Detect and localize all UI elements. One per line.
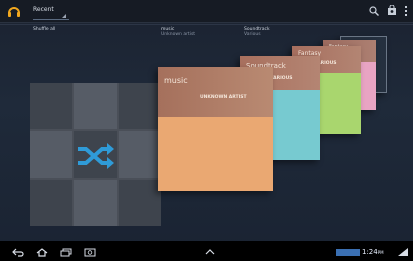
album-card-music[interactable]: music UNKNOWN ARTIST [158, 67, 273, 191]
dropdown-caret-icon[interactable] [62, 14, 66, 18]
view-selector-title[interactable]: Recent [33, 6, 54, 13]
screen: Recent Shuffle all music Unknown artist … [0, 0, 413, 261]
screenshot-icon[interactable] [84, 248, 96, 257]
recent-apps-icon[interactable] [60, 248, 72, 257]
album-artist: VARIOUS [270, 76, 293, 81]
section-subtitle: Unknown artist [161, 32, 196, 37]
headphones-icon[interactable] [6, 3, 22, 19]
album-art [158, 117, 273, 191]
album-artist: UNKNOWN ARTIST [200, 95, 247, 100]
clock-time: 1:24 [362, 248, 378, 256]
section-subtitle: Various [244, 32, 261, 37]
back-icon[interactable] [12, 248, 24, 257]
overflow-menu-icon[interactable] [404, 5, 408, 17]
home-icon[interactable] [36, 248, 48, 257]
album-card-header: music UNKNOWN ARTIST [158, 67, 273, 117]
album-title: music [164, 76, 188, 85]
up-caret-icon[interactable] [205, 249, 215, 255]
section-title: Shuffle all [33, 27, 56, 32]
divider [0, 24, 413, 25]
shuffle-icon[interactable] [76, 141, 114, 171]
section-label-soundtrack: Soundtrack Various [244, 27, 270, 37]
action-bar: Recent [0, 0, 413, 23]
status-icon [336, 249, 360, 256]
clock: 1:24PM [362, 248, 384, 256]
section-label-shuffle: Shuffle all [33, 27, 55, 32]
shop-icon[interactable] [387, 5, 397, 16]
signal-icon [398, 248, 408, 256]
search-icon[interactable] [369, 6, 379, 16]
section-label-music: music Unknown artist [161, 27, 195, 37]
view-selector-underline [33, 19, 69, 20]
clock-meridiem: PM [377, 250, 384, 255]
